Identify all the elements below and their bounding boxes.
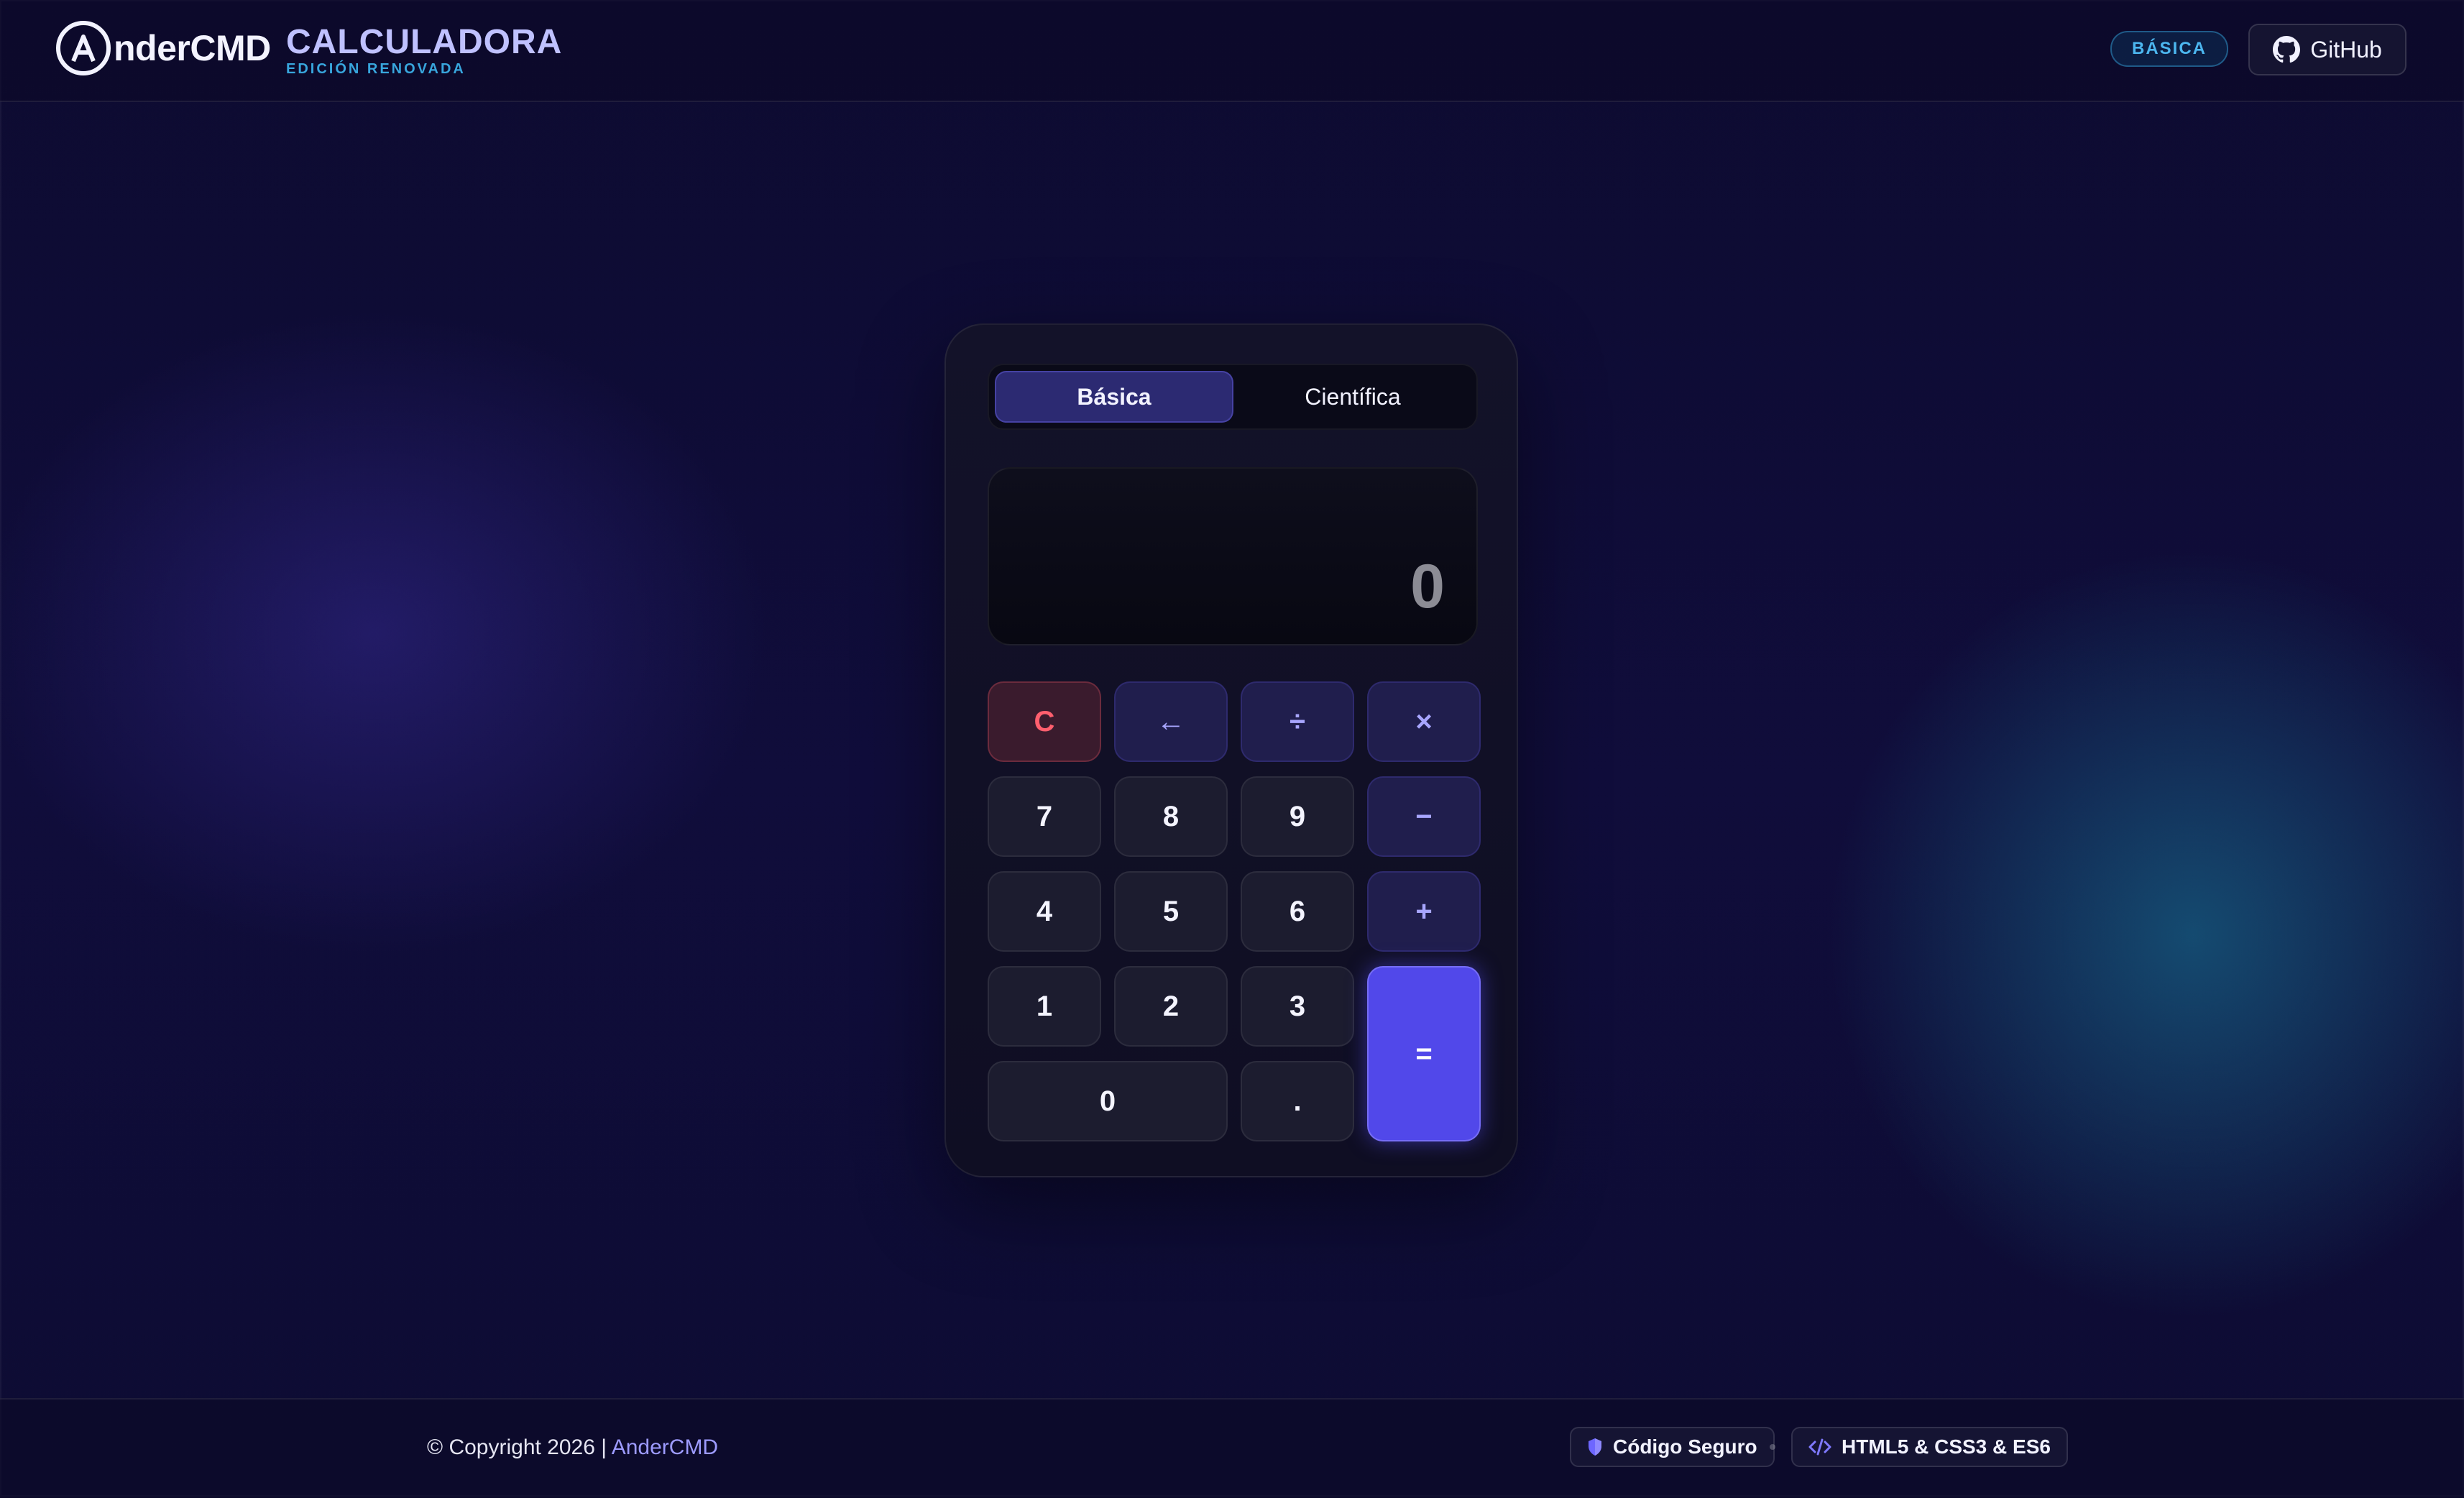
copyright: © Copyright 2026 | AnderCMD: [427, 1435, 718, 1460]
decimal-button[interactable]: .: [1241, 1061, 1354, 1141]
key-1[interactable]: 1: [988, 966, 1101, 1047]
minus-button[interactable]: −: [1367, 776, 1481, 857]
code-icon: [1808, 1438, 1831, 1456]
key-0[interactable]: 0: [988, 1061, 1228, 1141]
key-3[interactable]: 3: [1241, 966, 1354, 1047]
mode-tabs: Básica Científica: [988, 364, 1478, 430]
key-4[interactable]: 4: [988, 871, 1101, 952]
copyright-text: © Copyright 2026 |: [427, 1435, 612, 1459]
page-title: CALCULADORA: [286, 23, 563, 61]
calculator-card: Básica Científica 0 C ← ÷ × 7 8 9 − 4 5 …: [944, 323, 1518, 1177]
author-link[interactable]: AnderCMD: [612, 1435, 718, 1459]
tech-stack-label: HTML5 & CSS3 & ES6: [1842, 1435, 2051, 1458]
clear-button[interactable]: C: [988, 681, 1101, 762]
secure-code-chip: Código Seguro: [1570, 1427, 1775, 1467]
key-8[interactable]: 8: [1114, 776, 1228, 857]
key-5[interactable]: 5: [1114, 871, 1228, 952]
mode-badge: BÁSICA: [2110, 31, 2229, 67]
brand: CALCULADORA EDICIÓN RENOVADA: [286, 24, 562, 78]
page-subtitle: EDICIÓN RENOVADA: [286, 61, 466, 77]
key-9[interactable]: 9: [1241, 776, 1354, 857]
github-icon: [2273, 36, 2301, 63]
github-button[interactable]: GitHub: [2248, 24, 2406, 75]
shield-icon: [1589, 1438, 1601, 1456]
calculator-display: 0: [988, 467, 1478, 645]
secure-code-label: Código Seguro: [1613, 1435, 1757, 1458]
separator-dot: [1770, 1444, 1775, 1450]
backspace-button[interactable]: ←: [1114, 681, 1228, 762]
equals-button[interactable]: =: [1367, 966, 1481, 1141]
andercmd-logo[interactable]: nderCMD: [56, 21, 271, 75]
tech-stack-chip: HTML5 & CSS3 & ES6: [1791, 1427, 2068, 1467]
key-2[interactable]: 2: [1114, 966, 1228, 1047]
a-circle-logo-icon: [56, 21, 111, 75]
top-header: nderCMD CALCULADORA EDICIÓN RENOVADA BÁS…: [0, 0, 2464, 102]
divide-button[interactable]: ÷: [1241, 681, 1354, 762]
tab-cientifica[interactable]: Científica: [1233, 371, 1472, 423]
tab-basica[interactable]: Básica: [995, 371, 1233, 423]
plus-button[interactable]: +: [1367, 871, 1481, 952]
github-label: GitHub: [2310, 36, 2382, 63]
logo-text: nderCMD: [114, 28, 271, 68]
display-value: 0: [1410, 552, 1445, 621]
key-7[interactable]: 7: [988, 776, 1101, 857]
key-6[interactable]: 6: [1241, 871, 1354, 952]
page-footer: © Copyright 2026 | AnderCMD Código Segur…: [0, 1398, 2464, 1498]
multiply-button[interactable]: ×: [1367, 681, 1481, 762]
